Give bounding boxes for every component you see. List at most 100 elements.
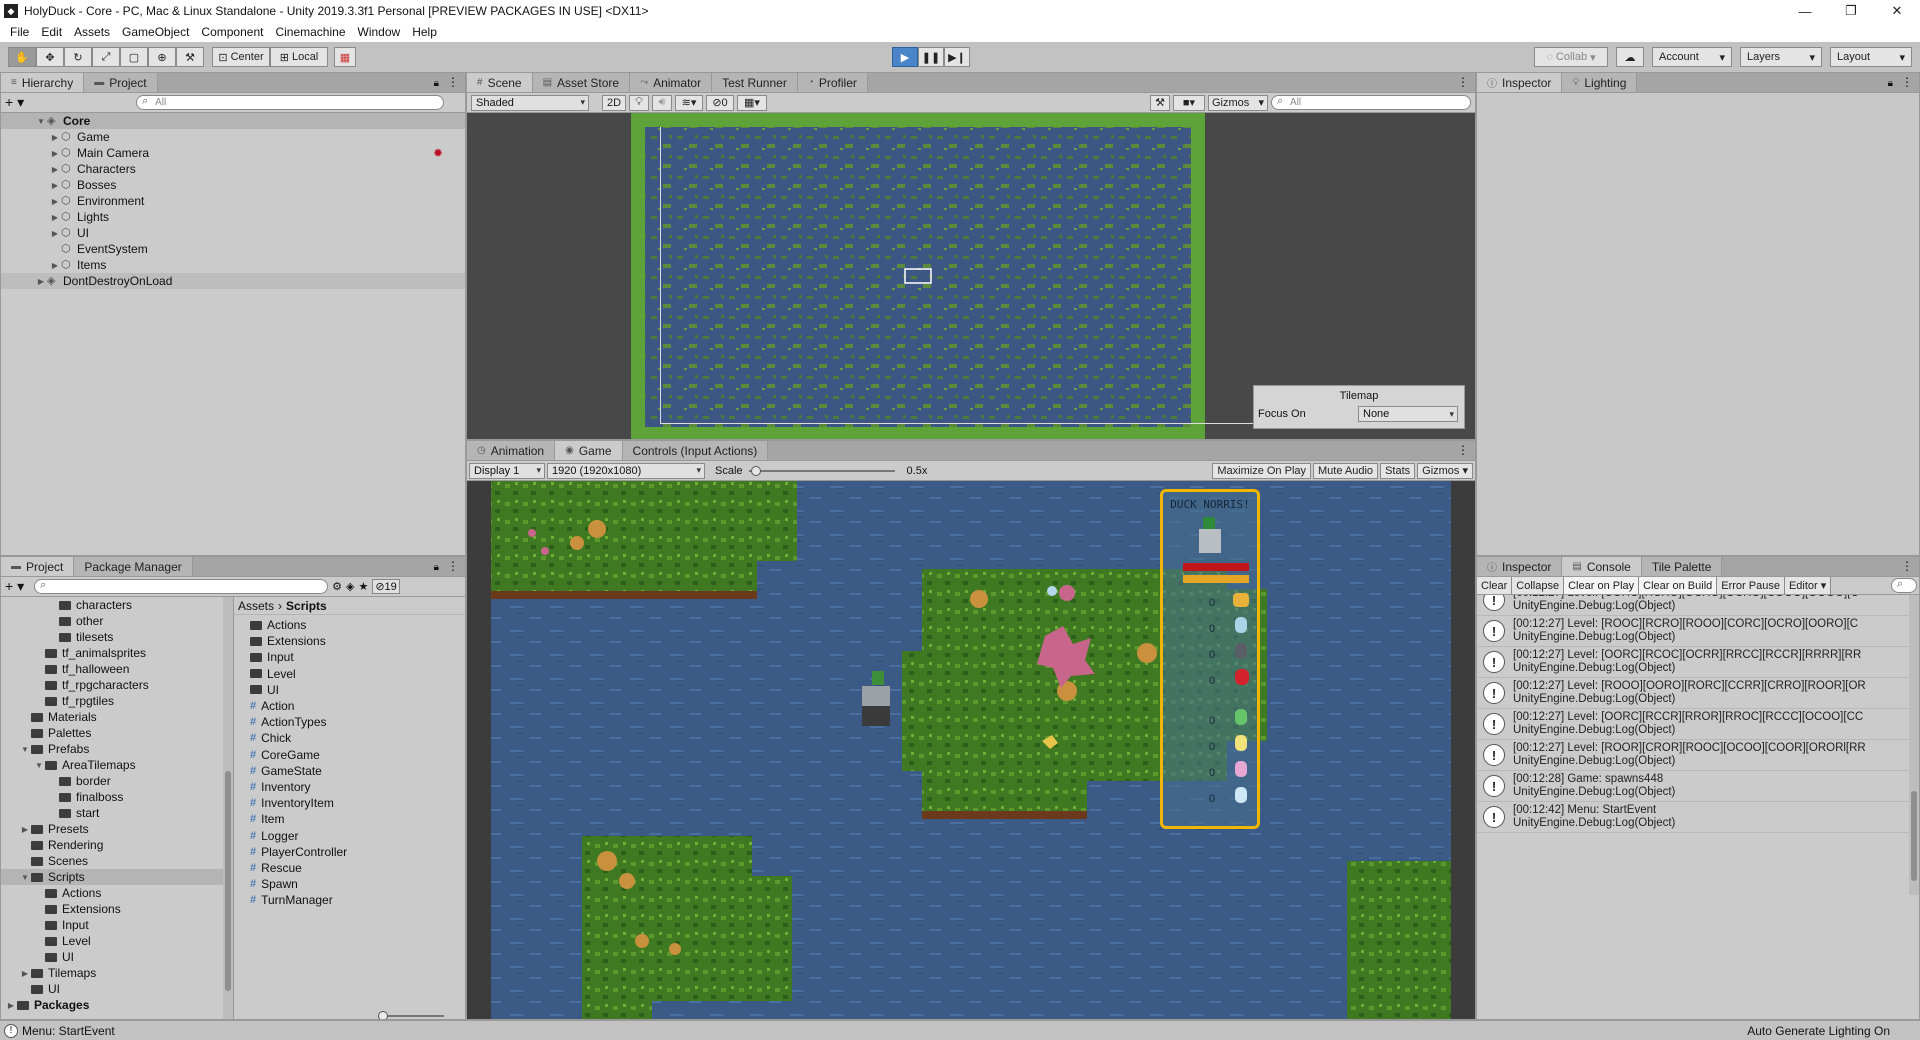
collapsed-icon[interactable]: ▶ xyxy=(35,277,47,286)
panel-menu-icon[interactable]: ⋮ xyxy=(447,559,459,573)
tab-lighting[interactable]: 💡︎ Lighting xyxy=(1562,73,1638,92)
rect-tool-icon[interactable]: ▢ xyxy=(120,47,148,67)
scene-row[interactable]: ▶ ◈ DontDestroyOnLoad xyxy=(1,273,465,289)
tab-asset-store[interactable]: ▤ Asset Store xyxy=(532,73,631,92)
pause-button[interactable]: ❚❚ xyxy=(918,47,944,67)
project-tree-item[interactable]: Materials xyxy=(1,709,233,725)
hand-tool-icon[interactable]: ✋ xyxy=(8,47,36,67)
console-entry[interactable]: ! [00:12:28] Game: spawns448 UnityEngine.D… xyxy=(1477,771,1909,802)
collapsed-icon[interactable]: ▶ xyxy=(49,213,61,222)
project-tree-item[interactable]: tf_halloween xyxy=(1,661,233,677)
collapsed-icon[interactable]: ▶ xyxy=(49,165,61,174)
menu-edit[interactable]: Edit xyxy=(41,25,62,39)
scene-row[interactable]: ▼ ◈ Core xyxy=(1,113,465,129)
project-tree-item[interactable]: tf_rpgtiles xyxy=(1,693,233,709)
2d-toggle[interactable]: 2D xyxy=(602,94,626,111)
project-tree-item[interactable]: Extensions xyxy=(1,901,233,917)
tree-scrollbar[interactable] xyxy=(223,597,233,1019)
console-search-input[interactable] xyxy=(1891,578,1917,593)
tab-tile-palette[interactable]: Tile Palette xyxy=(1641,557,1723,576)
play-button[interactable]: ▶ xyxy=(892,47,918,67)
project-tree-item[interactable]: finalboss xyxy=(1,789,233,805)
menu-cinemachine[interactable]: Cinemachine xyxy=(275,25,345,39)
panel-menu-icon[interactable]: ⋮ xyxy=(1901,559,1913,573)
breadcrumb-item[interactable]: Assets xyxy=(238,599,274,613)
game-viewport[interactable]: DUCK NORRIS! 0 0 0 0 0 0 0 0 xyxy=(467,481,1475,1019)
grid-toggle-icon[interactable]: ▦▾ xyxy=(737,94,767,111)
create-button[interactable]: + ▾ xyxy=(5,94,24,111)
console-error-pause-toggle[interactable]: Error Pause xyxy=(1717,577,1785,594)
console-entry[interactable]: ! [00:12:27] Level: [OORC][RCOC][OCRR][RR… xyxy=(1477,647,1909,678)
project-tree-item[interactable]: Input xyxy=(1,917,233,933)
project-folder-item[interactable]: UI xyxy=(250,682,465,698)
label-filter-icon[interactable]: ◈ xyxy=(346,580,354,593)
project-script-item[interactable]: # ActionTypes xyxy=(250,714,465,730)
hidden-packages-toggle[interactable]: ⊘19 xyxy=(372,579,400,594)
console-clear-button[interactable]: Clear xyxy=(1477,577,1513,594)
tree-scrollbar-thumb[interactable] xyxy=(225,771,231,991)
tab-animation[interactable]: ◷ Animation xyxy=(467,441,556,460)
mute-audio-toggle[interactable]: Mute Audio xyxy=(1313,462,1379,479)
menu-component[interactable]: Component xyxy=(201,25,263,39)
panel-menu-icon[interactable]: ⋮ xyxy=(1457,443,1469,457)
console-entry[interactable]: ! [00:12:27] Level: [OORC][RCCR][RROR][RR… xyxy=(1477,709,1909,740)
layout-dropdown[interactable]: Layout ▾ xyxy=(1830,47,1912,67)
scene-search-input[interactable]: All xyxy=(1271,95,1471,110)
panel-menu-icon[interactable]: ⋮ xyxy=(1457,75,1469,89)
project-tree-item[interactable]: other xyxy=(1,613,233,629)
resolution-dropdown[interactable]: 1920 (1920x1080) xyxy=(547,462,705,479)
collapsed-icon[interactable]: ▶ xyxy=(49,261,61,270)
project-tree-item[interactable]: Scenes xyxy=(1,853,233,869)
effects-toggle-icon[interactable]: ≋▾ xyxy=(675,94,703,111)
console-scrollbar-thumb[interactable] xyxy=(1911,791,1917,881)
project-script-item[interactable]: # Chick xyxy=(250,730,465,746)
project-tree-item[interactable]: ▼ Prefabs xyxy=(1,741,233,757)
hierarchy-item[interactable]: ▶ ⬡ Items xyxy=(1,257,465,273)
project-tree-item[interactable]: characters xyxy=(1,597,233,613)
console-entry[interactable]: ! [00:12:42] Menu: StartEvent UnityEngine.… xyxy=(1477,802,1909,833)
scale-slider[interactable] xyxy=(748,464,895,478)
hierarchy-item[interactable]: ▶ ⬡ Main Camera ✹ xyxy=(1,145,465,161)
pivot-local-button[interactable]: ⊞ Local xyxy=(270,47,328,67)
project-script-item[interactable]: # Inventory xyxy=(250,779,465,795)
collapsed-icon[interactable]: ▶ xyxy=(49,197,61,206)
menu-gameobject[interactable]: GameObject xyxy=(122,25,189,39)
project-tree-item[interactable]: ▼ Scripts xyxy=(1,869,233,885)
hierarchy-item[interactable]: ▶ ⬡ Bosses xyxy=(1,177,465,193)
tab-hierarchy[interactable]: ≡ Hierarchy xyxy=(1,73,85,92)
console-clear-on-play-toggle[interactable]: Clear on Play xyxy=(1564,577,1640,594)
project-tree-item[interactable]: ▼ AreaTilemaps xyxy=(1,757,233,773)
console-collapse-button[interactable]: Collapse xyxy=(1512,577,1565,594)
tab-project[interactable]: ▬ Project xyxy=(1,557,75,576)
project-folder-item[interactable]: Level xyxy=(250,666,465,682)
gizmos-dropdown[interactable]: Gizmos ▾ xyxy=(1208,94,1268,111)
game-gizmos-dropdown[interactable]: Gizmos ▾ xyxy=(1417,462,1473,479)
maximize-button[interactable]: ❐ xyxy=(1828,0,1874,22)
project-tree-item[interactable]: UI xyxy=(1,949,233,965)
console-entry[interactable]: ! [00:12:27] Level: [ROOC][RCRO][ROOO][CO… xyxy=(1477,616,1909,647)
tab-game[interactable]: ◉ Game xyxy=(555,441,623,460)
hierarchy-item[interactable]: ▶ ⬡ Lights xyxy=(1,209,465,225)
tab-console[interactable]: ▤ Console xyxy=(1562,557,1642,576)
camera-settings-icon[interactable]: ■▾ xyxy=(1173,94,1205,111)
project-folder-item[interactable]: Input xyxy=(250,649,465,665)
expand-icon[interactable]: ▼ xyxy=(19,745,31,754)
move-tool-icon[interactable]: ✥ xyxy=(36,47,64,67)
layers-dropdown[interactable]: Layers ▾ xyxy=(1740,47,1822,67)
panel-menu-icon[interactable]: ⋮ xyxy=(1901,75,1913,89)
scale-tool-icon[interactable]: ⤢ xyxy=(92,47,120,67)
console-entry[interactable]: ! [00:12:27] Level: [CORC][RCRO][OCRO][OC… xyxy=(1477,595,1909,616)
rotate-tool-icon[interactable]: ↻ xyxy=(64,47,92,67)
project-script-item[interactable]: # Logger xyxy=(250,827,465,843)
snap-icon[interactable]: ▦ xyxy=(334,47,356,67)
audio-toggle-icon[interactable]: 🔊︎ xyxy=(652,94,672,111)
project-tree-item[interactable]: ▶ Presets xyxy=(1,821,233,837)
pivot-center-button[interactable]: ⊡ Center xyxy=(212,47,270,67)
menu-assets[interactable]: Assets xyxy=(74,25,110,39)
menu-help[interactable]: Help xyxy=(412,25,437,39)
packages-row[interactable]: ▶ Packages xyxy=(1,997,233,1013)
project-script-item[interactable]: # CoreGame xyxy=(250,747,465,763)
project-script-item[interactable]: # Action xyxy=(250,698,465,714)
focus-on-dropdown[interactable]: None xyxy=(1358,406,1458,422)
hierarchy-item[interactable]: ▶ ⬡ UI xyxy=(1,225,465,241)
